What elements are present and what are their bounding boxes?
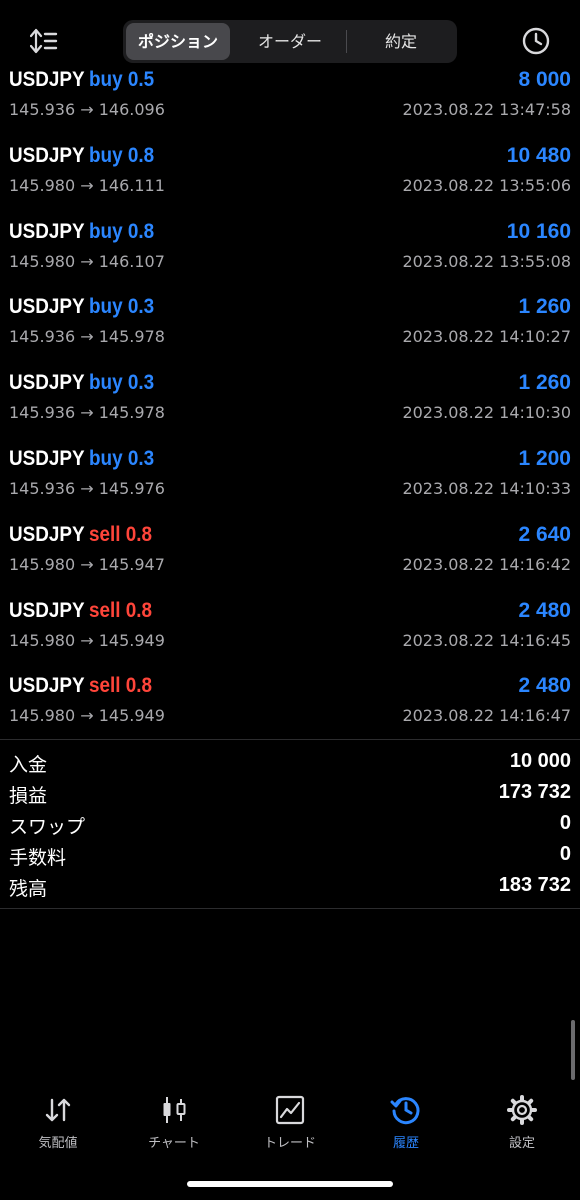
profit: 2 640 xyxy=(518,522,571,546)
side-volume: buy 0.3 xyxy=(88,371,154,395)
history-clock-icon xyxy=(390,1097,420,1125)
side-volume: buy 0.3 xyxy=(88,295,154,319)
price-range: 145.936 → 145.976 xyxy=(9,478,165,498)
symbol: USDJPY xyxy=(9,295,85,319)
symbol: USDJPY xyxy=(9,598,85,622)
timestamp: 2023.08.22 14:10:27 xyxy=(402,327,571,347)
summary-row-swap: スワップ 0 xyxy=(0,810,580,841)
tab-quotes[interactable]: 気配値 xyxy=(0,1090,116,1160)
symbol: USDJPY xyxy=(9,446,85,470)
summary-divider-top xyxy=(0,739,580,740)
side-volume: sell 0.8 xyxy=(88,522,152,546)
home-indicator[interactable] xyxy=(187,1181,393,1187)
tab-chart[interactable]: チャート xyxy=(116,1090,232,1160)
list-item[interactable]: USDJPY buy 0.3 1 260 145.936 → 145.978 2… xyxy=(0,369,580,445)
tab-label: 気配値 xyxy=(38,1136,78,1151)
summary-value: 173 732 xyxy=(498,781,571,803)
profit: 2 480 xyxy=(518,674,571,698)
tab-label: トレード xyxy=(263,1136,316,1151)
side-volume: sell 0.8 xyxy=(88,674,152,698)
side-volume: buy 0.5 xyxy=(88,68,154,91)
summary-value: 0 xyxy=(559,843,571,865)
timestamp: 2023.08.22 14:10:30 xyxy=(402,403,571,423)
bottom-tab-bar: 気配値 チャート トレード 履歴 設定 xyxy=(0,1090,580,1160)
summary-row-commission: 手数料 0 xyxy=(0,841,580,872)
timestamp: 2023.08.22 13:55:06 xyxy=(402,175,571,195)
price-range: 145.936 → 145.978 xyxy=(9,327,165,347)
symbol: USDJPY xyxy=(9,522,85,546)
timestamp: 2023.08.22 14:16:45 xyxy=(402,630,571,650)
symbol: USDJPY xyxy=(9,68,85,91)
tab-label: チャート xyxy=(148,1136,200,1151)
gear-icon xyxy=(507,1095,537,1125)
profit: 2 480 xyxy=(518,598,571,622)
segment-divider xyxy=(346,30,347,53)
summary-row-deposit: 入金 10 000 xyxy=(0,748,580,779)
profit: 1 260 xyxy=(518,371,571,395)
side-volume: buy 0.8 xyxy=(88,143,154,167)
side-volume: buy 0.8 xyxy=(88,219,154,243)
candlestick-chart-icon xyxy=(163,1097,186,1123)
symbol: USDJPY xyxy=(9,219,85,243)
list-item[interactable]: USDJPY sell 0.8 2 480 145.980 → 145.949 … xyxy=(0,597,580,673)
price-range: 145.936 → 146.096 xyxy=(9,100,165,119)
profit: 10 160 xyxy=(506,219,571,243)
timestamp: 2023.08.22 14:16:47 xyxy=(402,706,571,726)
summary-label: 手数料 xyxy=(9,847,67,869)
symbol: USDJPY xyxy=(9,674,85,698)
symbol: USDJPY xyxy=(9,143,85,167)
deal-list: USDJPY buy 0.5 8 000 145.936 → 146.096 2… xyxy=(0,66,580,748)
summary-label: スワップ xyxy=(9,816,86,838)
summary-value: 183 732 xyxy=(498,874,571,896)
side-volume: sell 0.8 xyxy=(88,598,152,622)
clock-icon[interactable] xyxy=(519,24,553,58)
scrollbar[interactable] xyxy=(571,1020,575,1080)
tab-settings[interactable]: 設定 xyxy=(464,1090,580,1160)
tab-positions[interactable]: ポジション xyxy=(126,23,230,60)
profit: 1 260 xyxy=(518,295,571,319)
summary-label: 損益 xyxy=(9,785,48,807)
tab-label: 設定 xyxy=(508,1136,535,1151)
tab-deals[interactable]: 約定 xyxy=(348,23,454,60)
tab-orders[interactable]: オーダー xyxy=(235,23,345,60)
timestamp: 2023.08.22 14:10:33 xyxy=(402,478,571,498)
list-item[interactable]: USDJPY buy 0.3 1 260 145.936 → 145.978 2… xyxy=(0,293,580,369)
summary-divider-bottom xyxy=(0,908,580,909)
sort-arrows-icon[interactable] xyxy=(27,24,61,58)
top-bar: ポジション オーダー 約定 xyxy=(0,0,580,66)
summary-row-profit: 損益 173 732 xyxy=(0,779,580,810)
trade-chart-icon xyxy=(275,1095,305,1125)
list-item[interactable]: USDJPY buy 0.8 10 160 145.980 → 146.107 … xyxy=(0,218,580,294)
profit: 1 200 xyxy=(518,446,571,470)
tab-label: 履歴 xyxy=(392,1136,419,1151)
list-item[interactable]: USDJPY sell 0.8 2 480 145.980 → 145.949 … xyxy=(0,672,580,748)
price-range: 145.936 → 145.978 xyxy=(9,403,165,423)
price-range: 145.980 → 145.949 xyxy=(9,706,165,726)
tab-trade[interactable]: トレード xyxy=(232,1090,348,1160)
summary-row-balance: 残高 183 732 xyxy=(0,872,580,903)
list-item[interactable]: USDJPY buy 0.5 8 000 145.936 → 146.096 2… xyxy=(0,66,580,142)
timestamp: 2023.08.22 14:16:42 xyxy=(402,554,571,574)
list-item[interactable]: USDJPY buy 0.3 1 200 145.936 → 145.976 2… xyxy=(0,445,580,521)
side-volume: buy 0.3 xyxy=(88,446,154,470)
list-item[interactable]: USDJPY sell 0.8 2 640 145.980 → 145.947 … xyxy=(0,521,580,597)
summary-label: 入金 xyxy=(9,754,48,776)
price-range: 145.980 → 146.111 xyxy=(9,175,165,195)
profit: 10 480 xyxy=(506,143,571,167)
symbol: USDJPY xyxy=(9,371,85,395)
summary-value: 10 000 xyxy=(509,750,571,772)
quotes-arrows-icon xyxy=(45,1098,71,1122)
list-item[interactable]: USDJPY buy 0.8 10 480 145.980 → 146.111 … xyxy=(0,142,580,218)
account-summary: 入金 10 000 損益 173 732 スワップ 0 手数料 0 残高 183… xyxy=(0,748,580,903)
price-range: 145.980 → 145.949 xyxy=(9,630,165,650)
profit: 8 000 xyxy=(518,68,571,91)
tab-history[interactable]: 履歴 xyxy=(348,1090,464,1160)
timestamp: 2023.08.22 13:47:58 xyxy=(402,100,571,119)
timestamp: 2023.08.22 13:55:08 xyxy=(402,251,571,271)
price-range: 145.980 → 145.947 xyxy=(9,554,165,574)
price-range: 145.980 → 146.107 xyxy=(9,251,165,271)
summary-label: 残高 xyxy=(9,878,48,900)
segmented-control: ポジション オーダー 約定 xyxy=(123,20,457,63)
summary-value: 0 xyxy=(559,812,571,834)
